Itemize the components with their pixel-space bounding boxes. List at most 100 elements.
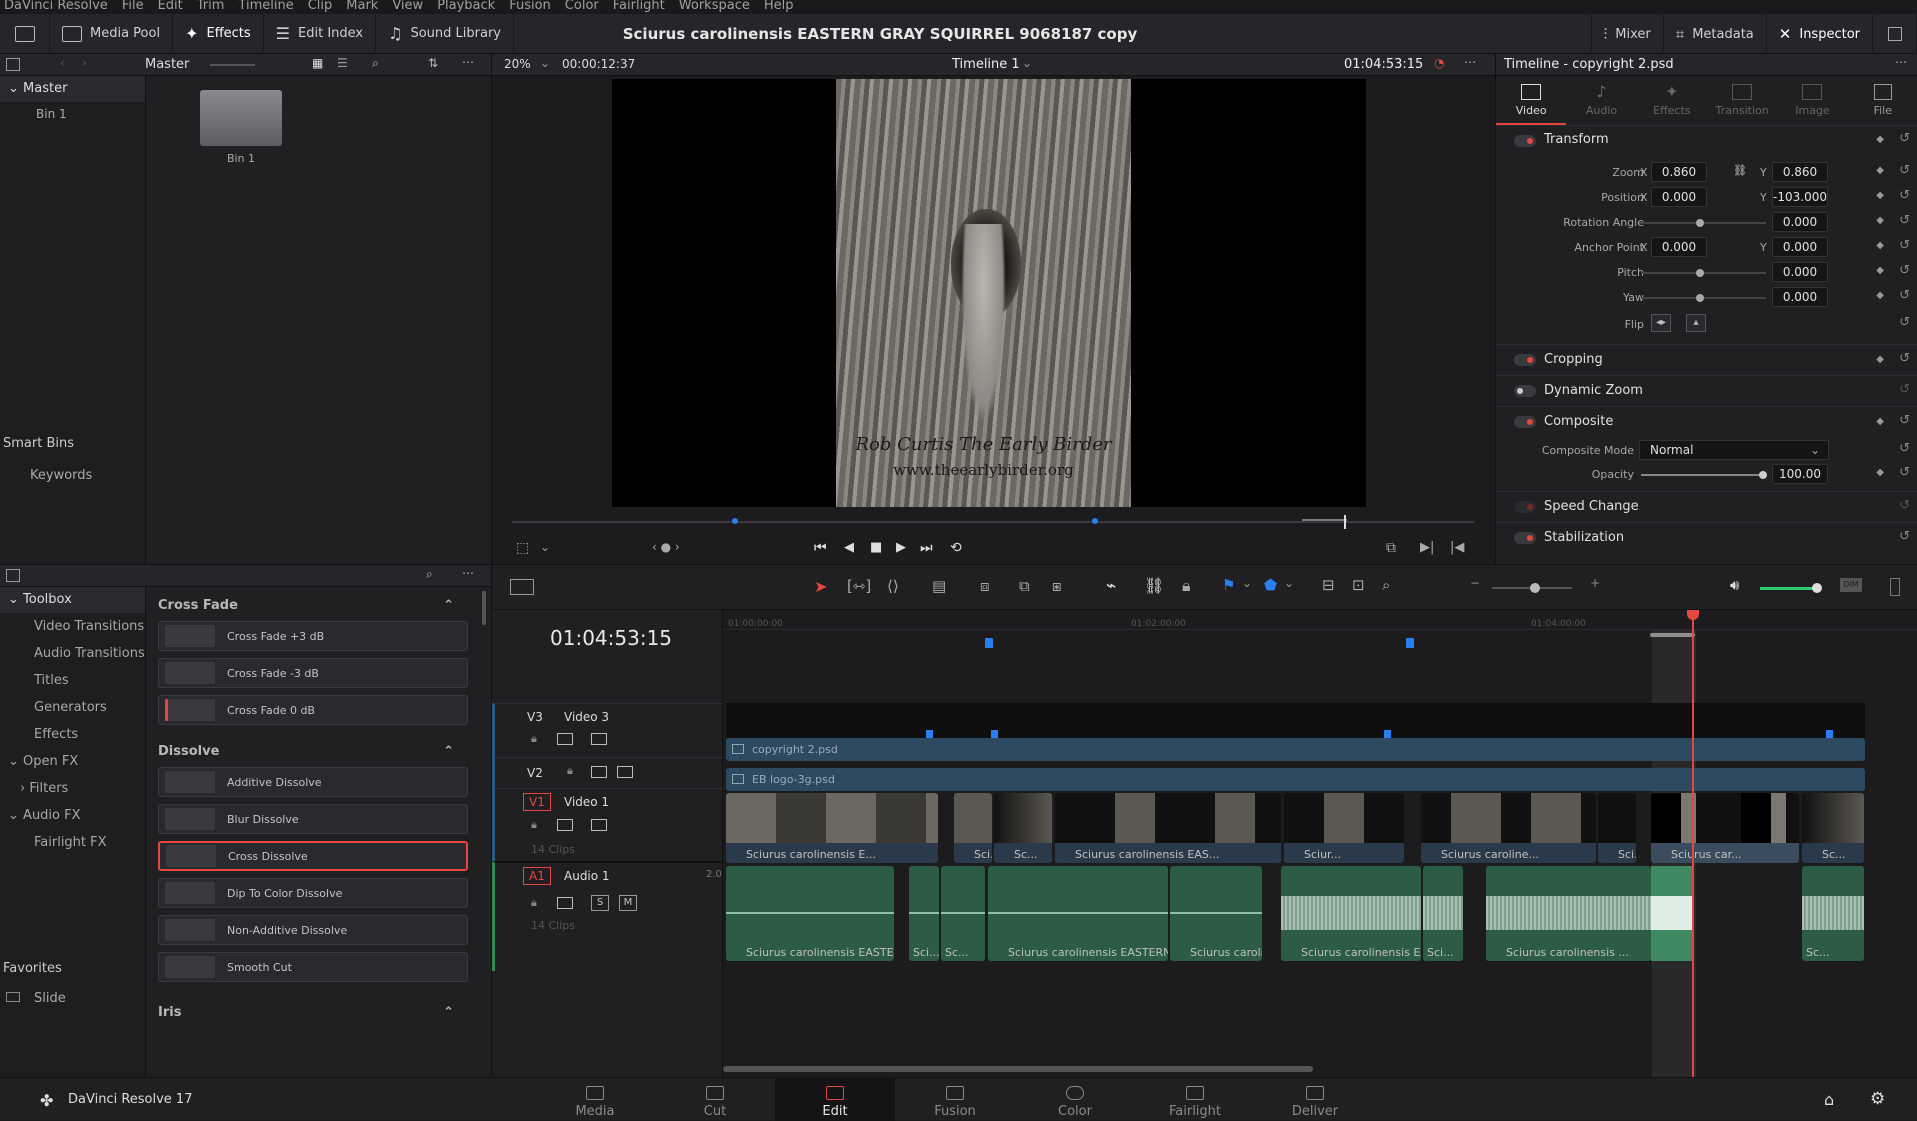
menu-clip[interactable]: Clip [308,0,333,14]
toggle-switch[interactable] [1514,416,1536,428]
play-icon[interactable]: ▶ [896,540,906,555]
effects-button[interactable]: ✦ Effects [173,13,264,54]
clip-logo[interactable]: EB logo-3g.psd [726,768,1865,791]
marker-icon[interactable] [926,730,933,738]
toggle-switch[interactable] [1514,501,1536,513]
timeline-view-icon[interactable] [510,579,534,595]
transition-card-selected[interactable]: Cross Dissolve [158,841,468,871]
tab-transition[interactable]: Transition [1707,76,1777,125]
audio-clip[interactable]: Sc... [941,866,985,961]
audio-clip[interactable]: Sciurus carolinensis EASTERN GR... [988,866,1168,961]
search-icon[interactable]: ⌕ [372,56,379,71]
lock-icon[interactable]: 🔒︎ [567,764,573,778]
tab-audio[interactable]: ♪ Audio [1566,76,1636,125]
chevron-down-icon[interactable]: ⌄ [540,56,550,70]
more-options-icon[interactable]: ⋯ [1464,55,1476,69]
reset-icon[interactable]: ↺ [1899,498,1910,513]
zoom-custom-icon[interactable]: ⌕ [1382,576,1390,594]
marker-icon[interactable] [1092,518,1098,524]
keyframe-icon[interactable]: ◆ [1876,240,1884,251]
section-speed-change[interactable]: Speed Change ↺ [1496,491,1917,521]
section-cropping[interactable]: Cropping ◆ ↺ [1496,344,1917,374]
rotation-slider[interactable] [1641,219,1766,227]
sidebar-toggle-icon[interactable] [6,569,20,582]
tree-titles[interactable]: Titles [0,667,145,694]
audio-clip[interactable]: Sciurus carolinensis EASTERN G... [726,866,894,961]
section-transform[interactable]: Transform ◆ ↺ [1496,126,1917,156]
chevron-down-icon[interactable]: ⌄ [1284,576,1294,590]
reset-icon[interactable]: ↺ [1899,238,1910,253]
transition-card[interactable]: Cross Fade +3 dB [158,621,468,651]
favorite-slide[interactable]: Slide [6,991,66,1006]
rotation-field[interactable]: 0.000 [1772,212,1828,232]
section-stabilization[interactable]: Stabilization ↺ [1496,522,1917,552]
keyframe-icon[interactable]: ◆ [1876,165,1884,176]
video-clip[interactable]: Sc... [994,793,1052,863]
dynamic-trim-icon[interactable]: ⟨⟩ [887,577,899,595]
track-id-destination[interactable]: V1 [523,793,551,811]
zoom-level[interactable]: 20% [504,57,531,71]
lock-icon[interactable]: 🔒︎ [531,732,537,746]
thumbnail-size-slider[interactable] [210,64,255,66]
more-options-icon[interactable]: ⋯ [1895,55,1907,69]
trim-tool-icon[interactable]: [⇿] [847,577,871,595]
audio-clip[interactable]: Sciurus carolinensis EAS... [1281,866,1421,961]
flag-icon[interactable]: ⚑ [1222,576,1235,594]
pitch-field[interactable]: 0.000 [1772,262,1828,282]
workspace-toggle-button[interactable] [0,13,50,54]
lock-icon[interactable]: 🔒︎ [531,896,537,910]
marker-icon[interactable] [1406,638,1414,648]
section-dissolve[interactable]: Dissolve ⌃ [158,737,468,767]
opacity-field[interactable]: 100.00 [1772,464,1828,484]
snapping-icon[interactable]: ⌁ [1106,576,1116,596]
video-clip[interactable]: Sci... [954,793,992,863]
reset-icon[interactable]: ↺ [1899,382,1910,397]
settings-gear-icon[interactable]: ⚙ [1870,1089,1885,1109]
loop-icon[interactable]: ⟲ [950,540,962,556]
metadata-button[interactable]: ⌗ Metadata [1664,14,1767,54]
marker-icon[interactable] [1826,730,1833,738]
reset-icon[interactable]: ↺ [1899,441,1910,456]
position-lock-icon[interactable]: 🔒︎ [1182,576,1191,596]
prev-frame-icon[interactable]: |◀ [1450,540,1464,555]
section-cross-fade[interactable]: Cross Fade ⌃ [158,591,468,621]
tree-effects[interactable]: Effects [0,721,145,748]
sort-icon[interactable]: ⇅ [428,56,438,70]
section-dynamic-zoom[interactable]: Dynamic Zoom ↺ [1496,375,1917,405]
chevron-down-icon[interactable]: ⌄ [540,540,550,554]
list-view-icon[interactable]: ☰ [337,56,348,70]
toggle-switch[interactable] [1514,135,1536,147]
auto-select-icon[interactable] [591,766,607,778]
yaw-slider[interactable] [1641,294,1766,302]
bin-master[interactable]: ⌄ Master [0,76,145,102]
timeline-zoom-slider[interactable] [1492,583,1572,593]
keyframe-icon[interactable]: ◆ [1876,215,1884,226]
track-visibility-icon[interactable] [617,766,633,778]
reset-icon[interactable]: ↺ [1899,263,1910,278]
keyframe-icon[interactable]: ◆ [1876,190,1884,201]
track-header-v2[interactable]: V2 🔒︎ [492,757,723,788]
marker-icon[interactable] [732,518,738,524]
sync-icon[interactable]: ◔ [1434,56,1444,70]
match-frame-icon[interactable]: ⧉ [1386,540,1396,556]
zoom-y-field[interactable]: 0.860 [1772,162,1828,182]
zoom-x-field[interactable]: 0.860 [1651,162,1707,182]
stop-icon[interactable]: ■ [870,540,882,555]
prev-edit-icon[interactable]: ‹ ● › [652,540,680,554]
page-tab-fusion[interactable]: Fusion [895,1077,1015,1121]
reset-icon[interactable]: ↺ [1899,529,1910,544]
transition-card[interactable]: Dip To Color Dissolve [158,878,468,908]
link-icon[interactable]: ⛓ [1144,576,1164,595]
track-visibility-icon[interactable] [591,819,607,831]
meters-icon[interactable] [1890,578,1900,596]
selection-tool-icon[interactable]: ➤ [814,577,827,596]
sound-library-button[interactable]: ♫ Sound Library [376,13,514,54]
reset-icon[interactable]: ↺ [1899,188,1910,203]
transition-card[interactable]: Cross Fade 0 dB [158,695,468,725]
volume-icon[interactable]: 🔊︎ [1730,576,1739,594]
chevron-down-icon[interactable]: ⌄ [1242,576,1252,590]
tree-fairlight-fx[interactable]: Fairlight FX [0,829,145,856]
tree-generators[interactable]: Generators [0,694,145,721]
section-iris[interactable]: Iris ⌃ [158,998,468,1028]
insert-clip-icon[interactable]: ⧈ [980,577,990,595]
